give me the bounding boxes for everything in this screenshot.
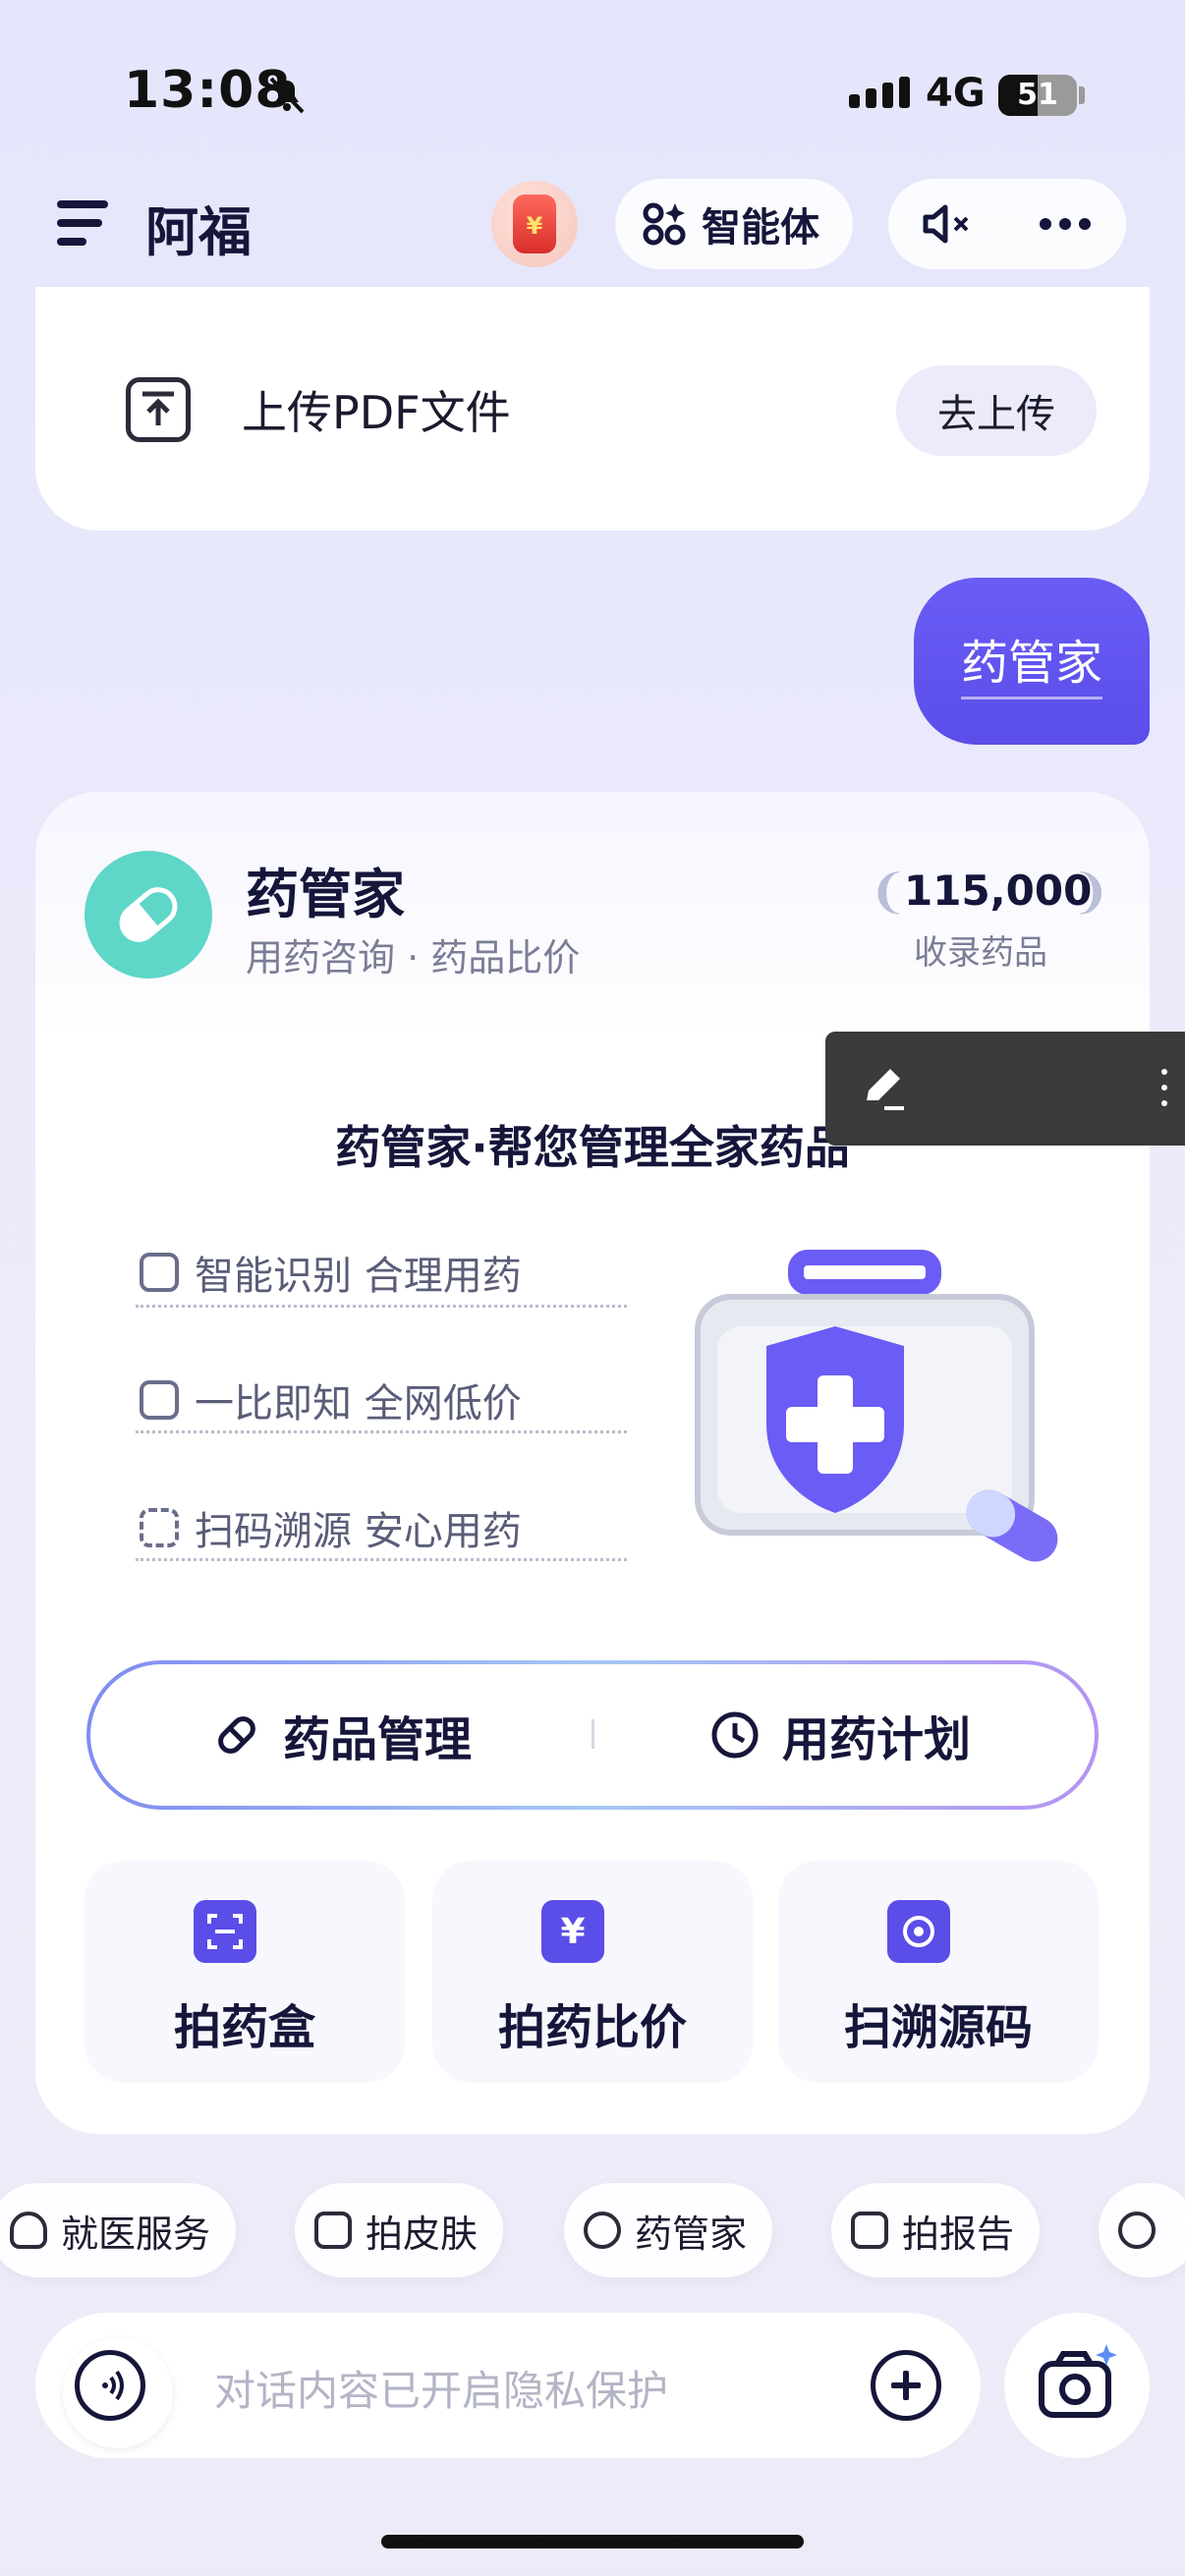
pill-icon xyxy=(85,851,212,979)
pill-outline-icon xyxy=(584,2212,621,2249)
app-title: 阿福 xyxy=(145,201,252,263)
divider xyxy=(136,1558,627,1561)
edit-pencil-icon[interactable] xyxy=(855,1059,914,1118)
segment-divider xyxy=(592,1719,594,1749)
segment-control: 药品管理 用药计划 xyxy=(86,1660,1099,1810)
user-message-bubble: 药管家 xyxy=(914,578,1150,745)
speaker-mute-icon[interactable] xyxy=(920,200,975,248)
divider xyxy=(136,1305,627,1308)
yuan-icon: ¥ xyxy=(541,1900,604,1963)
more-icon[interactable] xyxy=(1040,218,1091,230)
bell-muted-icon xyxy=(269,77,305,114)
coin-jar-icon[interactable]: ¥ xyxy=(491,181,578,267)
camera-button[interactable] xyxy=(1004,2313,1150,2458)
menu-icon[interactable] xyxy=(57,200,108,246)
plus-icon[interactable] xyxy=(871,2350,941,2421)
service-subtitle: 用药咨询 · 药品比价 xyxy=(246,936,581,980)
laurel-right-icon: ❩ xyxy=(1071,865,1111,920)
scan-icon xyxy=(194,1900,256,1963)
feature-item: 智能识别 合理用药 xyxy=(140,1244,522,1301)
upload-icon xyxy=(126,377,191,442)
drag-handle-icon[interactable] xyxy=(1161,1069,1167,1108)
clock-icon xyxy=(711,1711,759,1759)
camera-icon xyxy=(314,2212,352,2249)
upload-pdf-label: 上传PDF文件 xyxy=(242,386,511,439)
chat-input-placeholder[interactable]: 对话内容已开启隐私保护 xyxy=(214,2358,668,2418)
chip-photo-report[interactable]: 拍报告 xyxy=(831,2183,1041,2277)
chip-medical-service[interactable]: 就医服务 xyxy=(0,2183,237,2277)
person-icon xyxy=(10,2212,47,2249)
camera-icon xyxy=(140,1253,179,1292)
feature-item: 一比即知 全网低价 xyxy=(140,1372,522,1428)
signal-icon xyxy=(849,77,910,108)
photo-price-compare-tile[interactable]: ¥ 拍药比价 xyxy=(432,1861,753,2083)
battery-icon: 51 xyxy=(998,75,1077,116)
feature-item: 扫码溯源 安心用药 xyxy=(140,1499,522,1556)
medicine-management-button[interactable]: 药品管理 xyxy=(212,1664,472,1806)
photo-medicine-box-tile[interactable]: 拍药盒 xyxy=(85,1861,405,2083)
go-upload-button[interactable]: 去上传 xyxy=(896,365,1097,456)
floating-edit-panel[interactable] xyxy=(825,1032,1185,1146)
shield-plus-icon xyxy=(1118,2212,1156,2249)
battery-tip xyxy=(1079,86,1085,104)
scan-trace-code-tile[interactable]: 扫溯源码 xyxy=(778,1861,1099,2083)
agent-button[interactable]: 智能体 xyxy=(615,179,853,269)
document-icon xyxy=(140,1380,179,1420)
stat-value: 115,000 xyxy=(904,867,1093,915)
voice-wave-icon xyxy=(75,2350,145,2421)
chip-photo-skin[interactable]: 拍皮肤 xyxy=(295,2183,504,2277)
grid-sparkle-icon xyxy=(643,202,686,246)
chip-medicine-manager[interactable]: 药管家 xyxy=(564,2183,773,2277)
divider xyxy=(136,1430,627,1433)
chip-more[interactable] xyxy=(1099,2183,1185,2277)
medical-kit-illustration xyxy=(695,1250,1058,1562)
pill-outline-icon xyxy=(218,1716,255,1754)
service-title: 药管家 xyxy=(246,864,405,925)
laurel-left-icon: ❨ xyxy=(869,865,909,920)
scan-icon xyxy=(140,1508,179,1547)
camera-sparkle-icon xyxy=(1039,2344,1117,2418)
stat-label: 收录药品 xyxy=(914,933,1047,973)
document-icon xyxy=(851,2212,888,2249)
home-indicator xyxy=(381,2535,804,2548)
network-type: 4G xyxy=(926,71,986,116)
target-icon xyxy=(887,1900,950,1963)
medication-plan-button[interactable]: 用药计划 xyxy=(709,1664,971,1806)
